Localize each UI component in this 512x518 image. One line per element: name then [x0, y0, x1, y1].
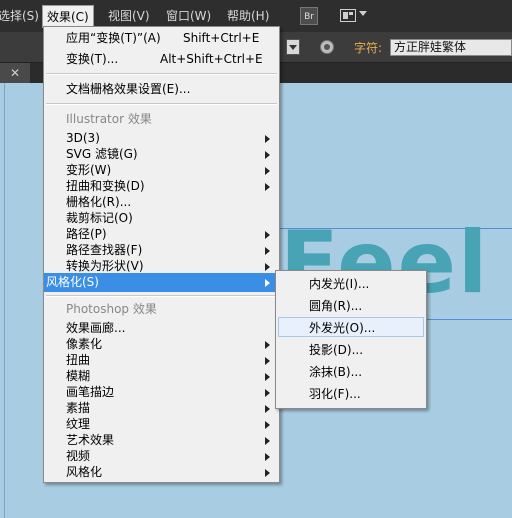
menu-item-label: 风格化: [66, 465, 103, 479]
menu-window[interactable]: 窗口(W): [166, 8, 211, 24]
document-tab[interactable]: ✕: [0, 63, 30, 83]
submenu-arrow-icon: [265, 469, 270, 477]
font-family-field[interactable]: 方正胖娃繁体: [390, 39, 512, 56]
submenu-arrow-icon: [265, 357, 270, 365]
chevron-down-icon[interactable]: [359, 11, 367, 16]
menu-item-shortcut: Alt+Shift+Ctrl+E: [160, 52, 263, 66]
menu-item-label: 变换(T)...: [66, 52, 119, 66]
submenu-item-scribble[interactable]: 涂抹(B)...: [309, 363, 362, 381]
close-icon[interactable]: ✕: [10, 66, 20, 80]
workspace-layout-icon[interactable]: [340, 9, 356, 22]
menu-item-raster-settings[interactable]: 文档栅格效果设置(E)...: [44, 80, 279, 99]
menu-effects[interactable]: 效果(C): [42, 5, 94, 28]
submenu-item-inner-glow[interactable]: 内发光(I)...: [309, 275, 369, 293]
menu-item-stylize[interactable]: 风格化(S): [44, 273, 279, 292]
illustrator-effects-header: Illustrator 效果: [66, 112, 152, 126]
menu-item-last-effect[interactable]: 变换(T)... Alt+Shift+Ctrl+E: [44, 50, 279, 69]
submenu-item-feather[interactable]: 羽化(F)...: [309, 385, 361, 403]
menu-item-label: 应用“变换(T)”(A): [66, 31, 161, 45]
menu-item-apply-last-effect[interactable]: 应用“变换(T)”(A) Shift+Ctrl+E: [44, 29, 279, 48]
menu-help[interactable]: 帮助(H): [227, 8, 269, 24]
menu-select[interactable]: 选择(S): [0, 8, 39, 24]
submenu-arrow-icon: [265, 231, 270, 239]
photoshop-effects-header: Photoshop 效果: [66, 302, 157, 316]
submenu-arrow-icon: [265, 453, 270, 461]
submenu-arrow-icon: [265, 135, 270, 143]
character-label[interactable]: 字符:: [354, 41, 382, 55]
submenu-arrow-icon: [265, 263, 270, 271]
submenu-arrow-icon: [265, 247, 270, 255]
submenu-arrow-icon: [265, 437, 270, 445]
menu-item-label: 文档栅格效果设置(E)...: [66, 82, 191, 96]
artboard-guide: [4, 83, 5, 518]
bridge-icon[interactable]: Br: [300, 7, 318, 25]
menu-view[interactable]: 视图(V): [108, 8, 150, 24]
submenu-arrow-icon: [265, 183, 270, 191]
menu-separator: [46, 103, 277, 105]
menu-separator: [46, 295, 277, 297]
menu-item-shortcut: Shift+Ctrl+E: [183, 31, 260, 45]
submenu-arrow-icon: [265, 341, 270, 349]
submenu-arrow-icon: [265, 405, 270, 413]
submenu-arrow-icon: [265, 167, 270, 175]
submenu-arrow-icon: [265, 373, 270, 381]
menu-item-label: 风格化(S): [46, 275, 99, 289]
submenu-item-round-corners[interactable]: 圆角(R)...: [309, 297, 362, 315]
dropdown-button[interactable]: [286, 39, 300, 55]
stylize-submenu: 内发光(I)... 圆角(R)... 外发光(O)... 投影(D)... 涂抹…: [275, 270, 427, 409]
submenu-item-outer-glow[interactable]: 外发光(O)...: [309, 319, 375, 337]
globe-icon[interactable]: [320, 40, 334, 54]
submenu-arrow-icon: [265, 421, 270, 429]
submenu-arrow-icon: [265, 279, 270, 287]
submenu-item-drop-shadow[interactable]: 投影(D)...: [309, 341, 363, 359]
submenu-arrow-icon: [265, 151, 270, 159]
menu-separator: [46, 73, 277, 75]
effects-menu: 应用“变换(T)”(A) Shift+Ctrl+E 变换(T)... Alt+S…: [43, 26, 280, 483]
submenu-arrow-icon: [265, 389, 270, 397]
menu-item-stylize-ps[interactable]: 风格化: [44, 463, 279, 482]
